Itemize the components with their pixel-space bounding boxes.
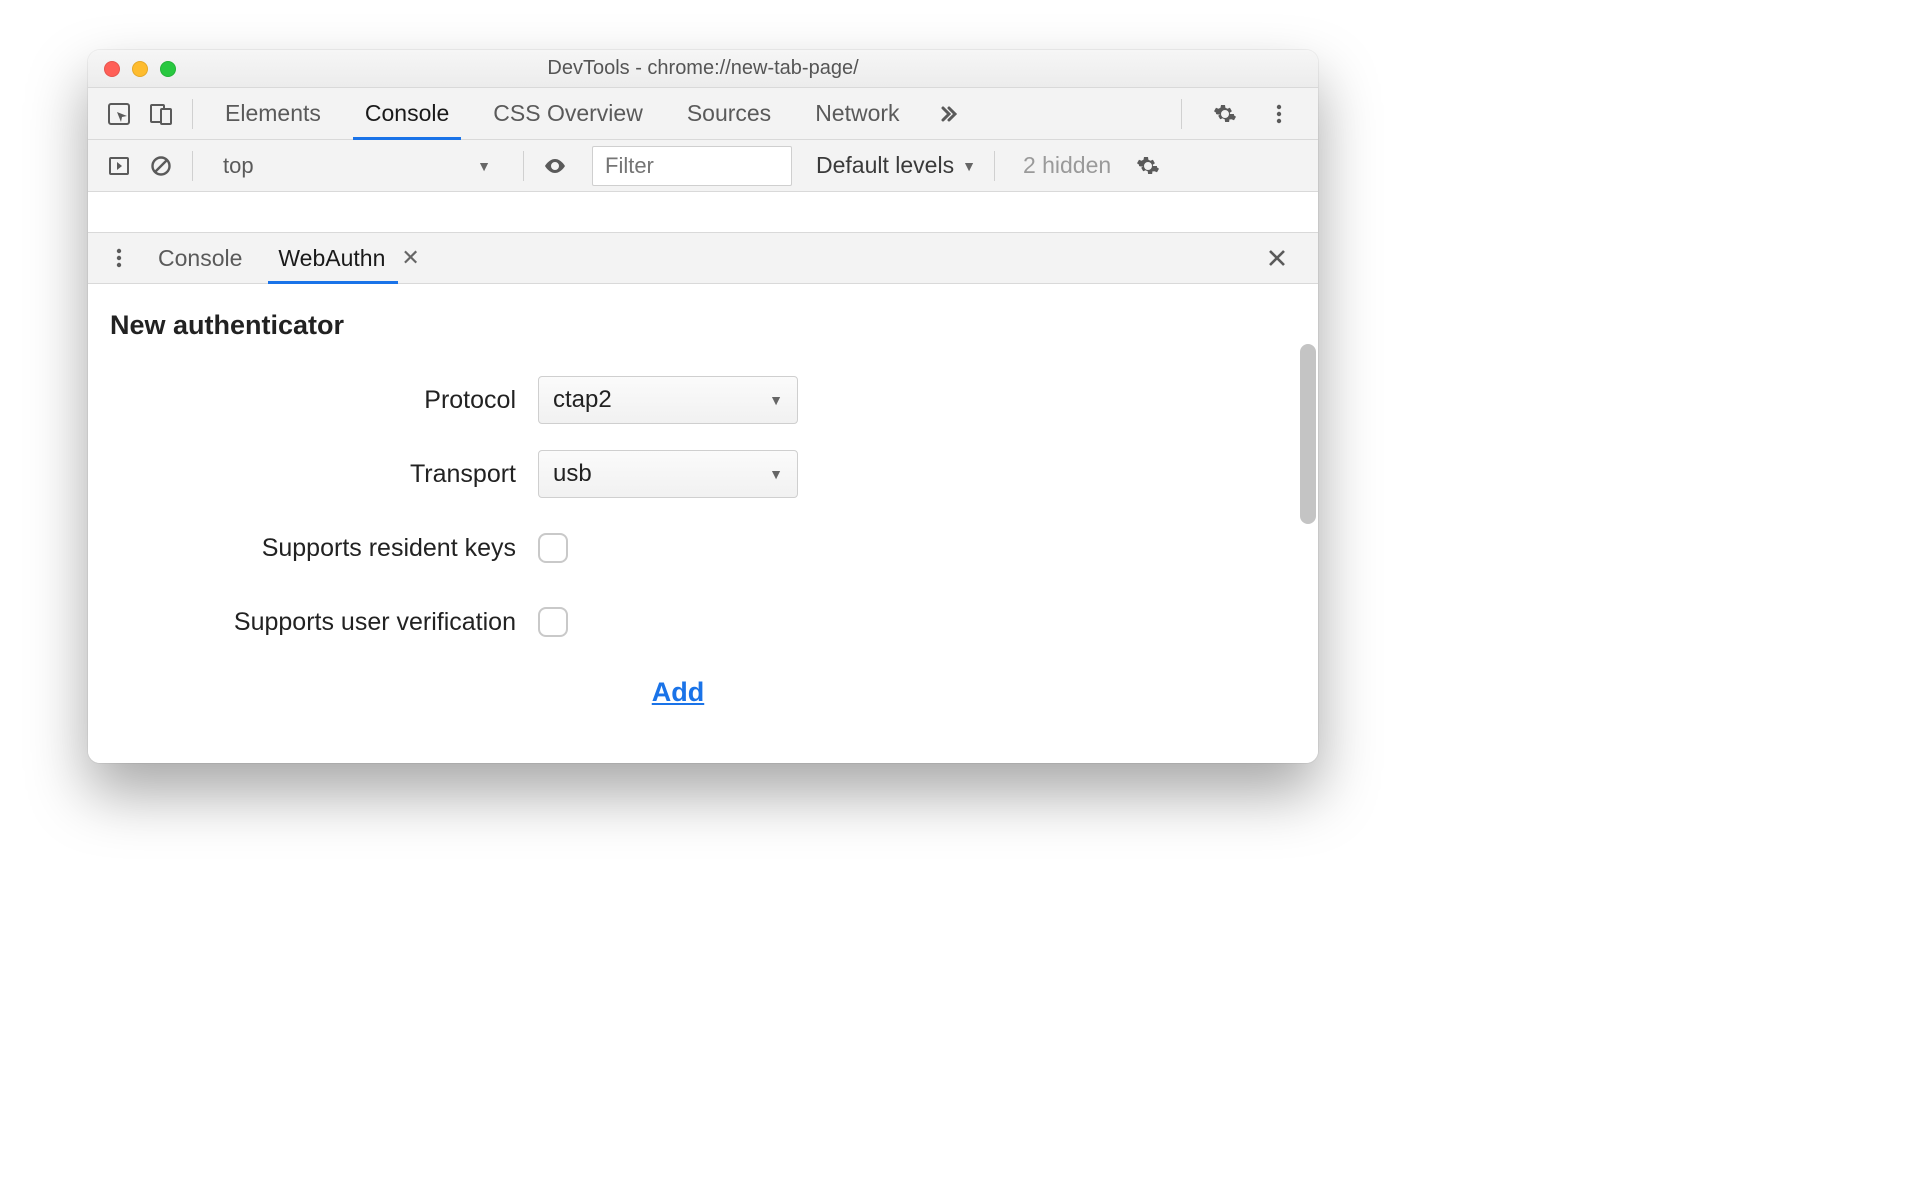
transport-label: Transport <box>88 460 538 489</box>
clear-console-icon[interactable] <box>140 145 182 187</box>
close-tab-icon[interactable]: ✕ <box>401 245 419 271</box>
scrollbar-thumb[interactable] <box>1300 344 1316 524</box>
drawer-tab-label: WebAuthn <box>278 245 385 272</box>
tab-label: Sources <box>687 100 771 127</box>
minimize-window-button[interactable] <box>132 61 148 77</box>
transport-select[interactable]: usb ▼ <box>538 450 798 498</box>
protocol-value: ctap2 <box>553 386 612 414</box>
user-verification-label: Supports user verification <box>88 608 538 637</box>
divider <box>1181 99 1182 129</box>
drawer-close-icon[interactable] <box>1256 237 1298 279</box>
tab-label: Network <box>815 100 899 127</box>
panel-tabs: Elements Console CSS Overview Sources Ne… <box>203 88 922 139</box>
tab-css-overview[interactable]: CSS Overview <box>471 88 665 139</box>
window-controls <box>104 61 176 77</box>
console-settings-gear-icon[interactable] <box>1127 145 1169 187</box>
log-levels-select[interactable]: Default levels ▼ <box>808 152 984 179</box>
user-verification-checkbox[interactable] <box>538 607 568 637</box>
drawer-kebab-icon[interactable] <box>98 237 140 279</box>
divider <box>192 151 193 181</box>
transport-value: usb <box>553 460 592 488</box>
new-authenticator-form: Protocol ctap2 ▼ Transport usb ▼ Support… <box>88 363 828 659</box>
tab-label: Console <box>365 100 449 127</box>
chevron-down-icon: ▼ <box>477 158 491 174</box>
chevron-down-icon: ▼ <box>769 392 783 408</box>
settings-gear-icon[interactable] <box>1204 93 1246 135</box>
context-value: top <box>223 153 254 179</box>
divider <box>192 99 193 129</box>
execution-context-select[interactable]: top ▼ <box>213 146 503 186</box>
window-title: DevTools - chrome://new-tab-page/ <box>547 57 858 80</box>
chevron-down-icon: ▼ <box>769 466 783 482</box>
devtools-window: DevTools - chrome://new-tab-page/ Elemen… <box>88 50 1318 763</box>
tab-sources[interactable]: Sources <box>665 88 793 139</box>
top-tab-bar: Elements Console CSS Overview Sources Ne… <box>88 88 1318 140</box>
titlebar: DevTools - chrome://new-tab-page/ <box>88 50 1318 88</box>
resident-keys-checkbox[interactable] <box>538 533 568 563</box>
tab-elements[interactable]: Elements <box>203 88 343 139</box>
drawer-tab-label: Console <box>158 245 242 272</box>
console-filter-input[interactable] <box>592 146 792 186</box>
divider <box>994 151 995 181</box>
tab-console[interactable]: Console <box>343 88 471 139</box>
levels-label: Default levels <box>816 152 954 179</box>
protocol-select[interactable]: ctap2 ▼ <box>538 376 798 424</box>
add-authenticator-button[interactable]: Add <box>368 677 988 708</box>
kebab-menu-icon[interactable] <box>1258 93 1300 135</box>
drawer-tab-console[interactable]: Console <box>140 233 260 283</box>
hidden-messages-count[interactable]: 2 hidden <box>1023 152 1111 179</box>
tab-label: Elements <box>225 100 321 127</box>
section-heading: New authenticator <box>88 284 1318 363</box>
console-output-area <box>88 192 1318 232</box>
console-sidebar-toggle-icon[interactable] <box>98 145 140 187</box>
more-tabs-icon[interactable] <box>928 93 970 135</box>
close-window-button[interactable] <box>104 61 120 77</box>
webauthn-panel: New authenticator Protocol ctap2 ▼ Trans… <box>88 284 1318 763</box>
console-toolbar: top ▼ Default levels ▼ 2 hidden <box>88 140 1318 192</box>
tab-label: CSS Overview <box>493 100 643 127</box>
drawer-tab-bar: Console WebAuthn ✕ <box>88 232 1318 284</box>
tab-network[interactable]: Network <box>793 88 921 139</box>
live-expression-eye-icon[interactable] <box>534 145 576 187</box>
protocol-label: Protocol <box>88 386 538 415</box>
inspect-element-icon[interactable] <box>98 93 140 135</box>
divider <box>523 151 524 181</box>
resident-keys-label: Supports resident keys <box>88 534 538 563</box>
drawer-tab-webauthn[interactable]: WebAuthn ✕ <box>260 233 437 283</box>
chevron-down-icon: ▼ <box>962 158 976 174</box>
zoom-window-button[interactable] <box>160 61 176 77</box>
device-toolbar-icon[interactable] <box>140 93 182 135</box>
